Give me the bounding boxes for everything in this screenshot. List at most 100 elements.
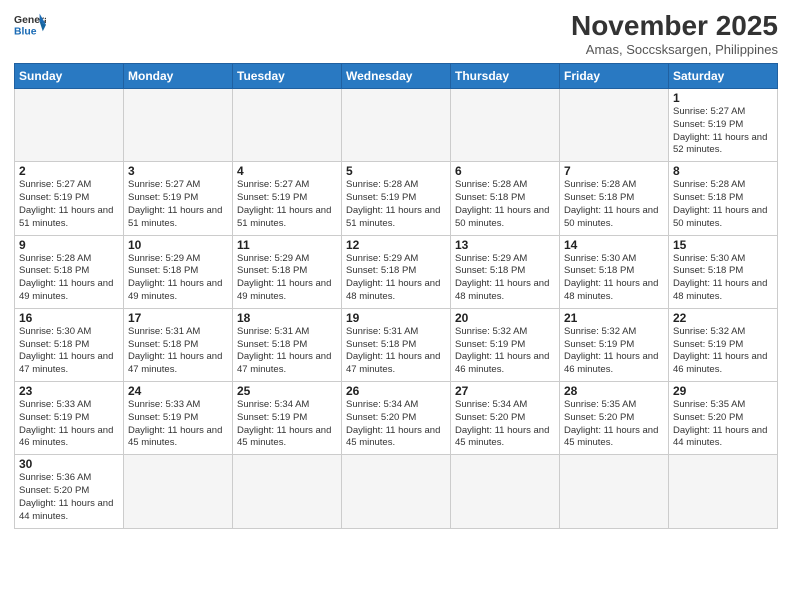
day-info: Sunrise: 5:27 AM Sunset: 5:19 PM Dayligh… xyxy=(673,106,773,157)
calendar-cell: 2Sunrise: 5:27 AM Sunset: 5:19 PM Daylig… xyxy=(15,162,124,235)
calendar-week-4: 16Sunrise: 5:30 AM Sunset: 5:18 PM Dayli… xyxy=(15,308,778,381)
calendar-cell: 6Sunrise: 5:28 AM Sunset: 5:18 PM Daylig… xyxy=(451,162,560,235)
day-info: Sunrise: 5:33 AM Sunset: 5:19 PM Dayligh… xyxy=(128,399,228,450)
calendar-cell: 4Sunrise: 5:27 AM Sunset: 5:19 PM Daylig… xyxy=(233,162,342,235)
header: General Blue November 2025 Amas, Soccsks… xyxy=(14,10,778,57)
logo: General Blue xyxy=(14,10,46,38)
calendar-cell: 10Sunrise: 5:29 AM Sunset: 5:18 PM Dayli… xyxy=(124,235,233,308)
day-number: 4 xyxy=(237,164,337,178)
day-info: Sunrise: 5:27 AM Sunset: 5:19 PM Dayligh… xyxy=(128,179,228,230)
day-info: Sunrise: 5:32 AM Sunset: 5:19 PM Dayligh… xyxy=(455,326,555,377)
day-info: Sunrise: 5:30 AM Sunset: 5:18 PM Dayligh… xyxy=(673,253,773,304)
day-info: Sunrise: 5:34 AM Sunset: 5:20 PM Dayligh… xyxy=(346,399,446,450)
calendar-cell: 21Sunrise: 5:32 AM Sunset: 5:19 PM Dayli… xyxy=(560,308,669,381)
calendar-cell xyxy=(233,455,342,528)
day-info: Sunrise: 5:32 AM Sunset: 5:19 PM Dayligh… xyxy=(673,326,773,377)
day-number: 6 xyxy=(455,164,555,178)
calendar-cell xyxy=(342,455,451,528)
calendar-cell: 1Sunrise: 5:27 AM Sunset: 5:19 PM Daylig… xyxy=(669,89,778,162)
day-info: Sunrise: 5:32 AM Sunset: 5:19 PM Dayligh… xyxy=(564,326,664,377)
calendar-cell: 15Sunrise: 5:30 AM Sunset: 5:18 PM Dayli… xyxy=(669,235,778,308)
day-number: 11 xyxy=(237,238,337,252)
calendar-cell xyxy=(560,89,669,162)
calendar-cell: 14Sunrise: 5:30 AM Sunset: 5:18 PM Dayli… xyxy=(560,235,669,308)
day-info: Sunrise: 5:28 AM Sunset: 5:18 PM Dayligh… xyxy=(673,179,773,230)
calendar-cell xyxy=(15,89,124,162)
day-info: Sunrise: 5:28 AM Sunset: 5:18 PM Dayligh… xyxy=(455,179,555,230)
calendar-cell xyxy=(124,89,233,162)
day-info: Sunrise: 5:28 AM Sunset: 5:18 PM Dayligh… xyxy=(19,253,119,304)
page: General Blue November 2025 Amas, Soccsks… xyxy=(0,0,792,612)
calendar-cell: 22Sunrise: 5:32 AM Sunset: 5:19 PM Dayli… xyxy=(669,308,778,381)
day-number: 27 xyxy=(455,384,555,398)
day-info: Sunrise: 5:29 AM Sunset: 5:18 PM Dayligh… xyxy=(237,253,337,304)
day-number: 23 xyxy=(19,384,119,398)
col-header-sunday: Sunday xyxy=(15,64,124,89)
calendar-week-2: 2 Sunrise: 5:27 AM Sunset: 5:19 PM Daylig… xyxy=(15,162,778,235)
day-number: 30 xyxy=(19,457,119,471)
calendar-cell xyxy=(233,89,342,162)
calendar-cell: 11Sunrise: 5:29 AM Sunset: 5:18 PM Dayli… xyxy=(233,235,342,308)
calendar-week-3: 9Sunrise: 5:28 AM Sunset: 5:18 PM Daylig… xyxy=(15,235,778,308)
calendar-cell: 17Sunrise: 5:31 AM Sunset: 5:18 PM Dayli… xyxy=(124,308,233,381)
calendar-cell: 16Sunrise: 5:30 AM Sunset: 5:18 PM Dayli… xyxy=(15,308,124,381)
svg-text:Blue: Blue xyxy=(14,26,37,37)
day-info: Sunrise: 5:30 AM Sunset: 5:18 PM Dayligh… xyxy=(19,326,119,377)
day-number: 17 xyxy=(128,311,228,325)
calendar-week-5: 23Sunrise: 5:33 AM Sunset: 5:19 PM Dayli… xyxy=(15,382,778,455)
generalblue-logo-icon: General Blue xyxy=(14,10,46,38)
day-info: Sunrise: 5:29 AM Sunset: 5:18 PM Dayligh… xyxy=(128,253,228,304)
day-number: 24 xyxy=(128,384,228,398)
day-info: Sunrise: 5:31 AM Sunset: 5:18 PM Dayligh… xyxy=(128,326,228,377)
day-number: 18 xyxy=(237,311,337,325)
calendar-cell: 30Sunrise: 5:36 AM Sunset: 5:20 PM Dayli… xyxy=(15,455,124,528)
calendar-cell: 28Sunrise: 5:35 AM Sunset: 5:20 PM Dayli… xyxy=(560,382,669,455)
calendar-cell: 12Sunrise: 5:29 AM Sunset: 5:18 PM Dayli… xyxy=(342,235,451,308)
calendar-cell xyxy=(124,455,233,528)
col-header-wednesday: Wednesday xyxy=(342,64,451,89)
location: Amas, Soccsksargen, Philippines xyxy=(571,42,778,57)
day-info: Sunrise: 5:34 AM Sunset: 5:19 PM Dayligh… xyxy=(237,399,337,450)
day-number: 20 xyxy=(455,311,555,325)
day-number: 28 xyxy=(564,384,664,398)
calendar-cell: 26Sunrise: 5:34 AM Sunset: 5:20 PM Dayli… xyxy=(342,382,451,455)
day-info: Sunrise: 5:34 AM Sunset: 5:20 PM Dayligh… xyxy=(455,399,555,450)
calendar-cell xyxy=(451,89,560,162)
day-number: 9 xyxy=(19,238,119,252)
calendar-cell: 3Sunrise: 5:27 AM Sunset: 5:19 PM Daylig… xyxy=(124,162,233,235)
calendar-cell: 24Sunrise: 5:33 AM Sunset: 5:19 PM Dayli… xyxy=(124,382,233,455)
calendar-cell: 7Sunrise: 5:28 AM Sunset: 5:18 PM Daylig… xyxy=(560,162,669,235)
day-info: Sunrise: 5:27 AM Sunset: 5:19 PM Dayligh… xyxy=(237,179,337,230)
day-number: 8 xyxy=(673,164,773,178)
day-number: 26 xyxy=(346,384,446,398)
calendar-cell: 13Sunrise: 5:29 AM Sunset: 5:18 PM Dayli… xyxy=(451,235,560,308)
day-number: 21 xyxy=(564,311,664,325)
calendar-cell xyxy=(451,455,560,528)
day-number: 7 xyxy=(564,164,664,178)
day-number: 2 xyxy=(19,164,119,178)
day-info: Sunrise: 5:33 AM Sunset: 5:19 PM Dayligh… xyxy=(19,399,119,450)
day-number: 10 xyxy=(128,238,228,252)
col-header-thursday: Thursday xyxy=(451,64,560,89)
day-number: 25 xyxy=(237,384,337,398)
calendar-cell: 19Sunrise: 5:31 AM Sunset: 5:18 PM Dayli… xyxy=(342,308,451,381)
calendar-week-1: 1Sunrise: 5:27 AM Sunset: 5:19 PM Daylig… xyxy=(15,89,778,162)
col-header-friday: Friday xyxy=(560,64,669,89)
calendar-cell xyxy=(342,89,451,162)
calendar-cell: 29Sunrise: 5:35 AM Sunset: 5:20 PM Dayli… xyxy=(669,382,778,455)
calendar-cell: 23Sunrise: 5:33 AM Sunset: 5:19 PM Dayli… xyxy=(15,382,124,455)
calendar-cell xyxy=(560,455,669,528)
calendar: SundayMondayTuesdayWednesdayThursdayFrid… xyxy=(14,63,778,529)
day-number: 12 xyxy=(346,238,446,252)
day-info: Sunrise: 5:29 AM Sunset: 5:18 PM Dayligh… xyxy=(455,253,555,304)
day-info: Sunrise: 5:31 AM Sunset: 5:18 PM Dayligh… xyxy=(237,326,337,377)
calendar-cell: 8Sunrise: 5:28 AM Sunset: 5:18 PM Daylig… xyxy=(669,162,778,235)
day-number: 14 xyxy=(564,238,664,252)
calendar-week-6: 30Sunrise: 5:36 AM Sunset: 5:20 PM Dayli… xyxy=(15,455,778,528)
day-number: 29 xyxy=(673,384,773,398)
day-number: 3 xyxy=(128,164,228,178)
day-info: Sunrise: 5:35 AM Sunset: 5:20 PM Dayligh… xyxy=(564,399,664,450)
day-info: Sunrise: 5:36 AM Sunset: 5:20 PM Dayligh… xyxy=(19,472,119,523)
calendar-cell: 27Sunrise: 5:34 AM Sunset: 5:20 PM Dayli… xyxy=(451,382,560,455)
col-header-monday: Monday xyxy=(124,64,233,89)
